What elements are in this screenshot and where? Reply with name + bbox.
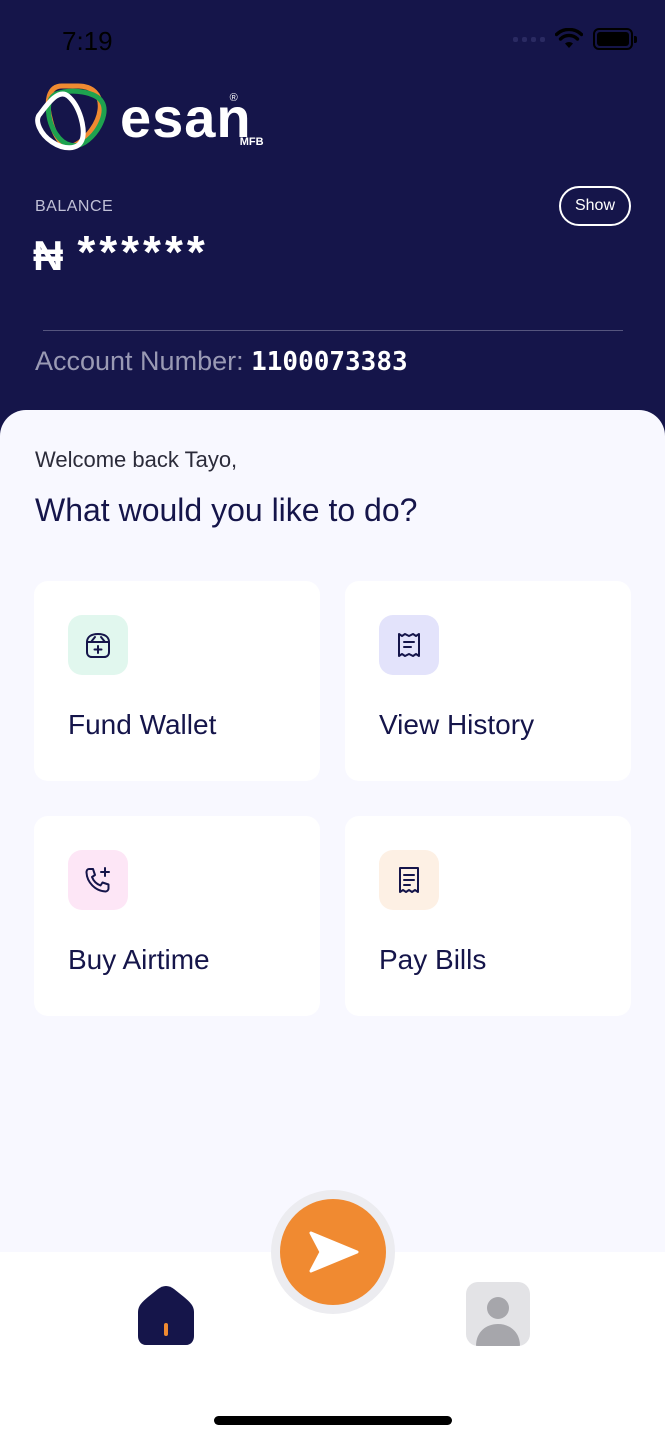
welcome-text: Welcome back Tayo,	[35, 447, 238, 472]
view-history-icon-box	[379, 615, 439, 675]
account-number-row: Account Number: 1100073383	[35, 346, 408, 377]
home-icon	[138, 1286, 194, 1345]
nav-home-button[interactable]	[134, 1282, 198, 1351]
bill-icon	[399, 867, 419, 893]
status-time: 7:19	[62, 26, 113, 56]
esan-logo-icon	[35, 83, 107, 151]
send-button-ring	[271, 1190, 395, 1314]
balance-label: BALANCE	[35, 198, 114, 215]
fund-wallet-icon-box	[68, 615, 128, 675]
buy-airtime-label: Buy Airtime	[68, 944, 210, 975]
currency-symbol: ₦	[33, 232, 64, 279]
nav-profile-button[interactable]	[466, 1282, 530, 1346]
wifi-icon	[555, 28, 583, 48]
view-history-card[interactable]: View History	[345, 581, 631, 781]
fund-wallet-label: Fund Wallet	[68, 709, 217, 740]
main-panel: Welcome back Tayo, What would you like t…	[0, 410, 665, 1252]
show-balance-button[interactable]: Show	[559, 186, 631, 226]
pay-bills-card[interactable]: Pay Bills	[345, 816, 631, 1016]
masked-balance: ******	[77, 226, 209, 278]
buy-airtime-card[interactable]: Buy Airtime	[34, 816, 320, 1016]
balance-value: ₦ ******	[33, 226, 209, 280]
send-icon	[309, 1231, 359, 1273]
divider	[43, 330, 623, 331]
view-history-label: View History	[379, 709, 535, 740]
pay-bills-label: Pay Bills	[379, 944, 487, 975]
signal-icon	[513, 36, 545, 42]
home-indicator[interactable]	[214, 1416, 452, 1425]
phone-add-icon	[85, 867, 110, 893]
buy-airtime-icon-box	[68, 850, 128, 910]
account-number-label: Account Number:	[35, 346, 244, 376]
status-icons	[513, 28, 637, 50]
fund-wallet-card[interactable]: Fund Wallet	[34, 581, 320, 781]
account-number: 1100073383	[251, 347, 408, 377]
send-button[interactable]	[280, 1199, 386, 1305]
pay-bills-icon-box	[379, 850, 439, 910]
battery-icon	[593, 28, 637, 50]
page-title: What would you like to do?	[35, 492, 418, 528]
brand-logo: esan ® MFB	[32, 82, 264, 154]
wallet-add-icon	[86, 633, 110, 658]
brand-suffix: MFB	[239, 136, 264, 148]
profile-icon	[476, 1297, 520, 1346]
receipt-icon	[398, 633, 420, 657]
brand-registered-mark: ®	[229, 92, 238, 104]
